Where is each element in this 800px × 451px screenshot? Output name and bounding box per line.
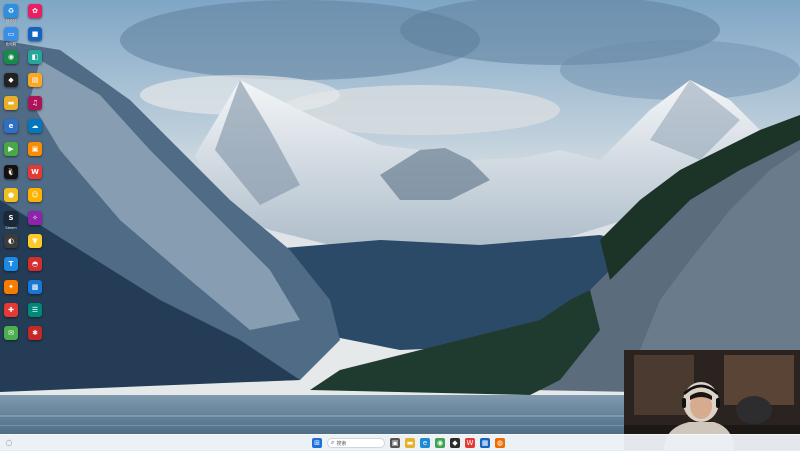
- app-icon[interactable]: ◆: [450, 438, 460, 448]
- app-icon: ☺: [28, 188, 42, 202]
- desktop-icon[interactable]: ✿: [24, 2, 46, 26]
- desktop-icon[interactable]: ✚: [0, 301, 22, 325]
- desktop-icon[interactable]: T: [0, 255, 22, 279]
- desktop-icon[interactable]: W: [24, 163, 46, 187]
- wps-icon[interactable]: W: [465, 438, 475, 448]
- desktop-icon-label: 回收站: [5, 19, 17, 23]
- app-icon: ✧: [28, 211, 42, 225]
- desktop-icon[interactable]: ▶: [0, 140, 22, 164]
- qq-icon: 🐧: [4, 165, 18, 179]
- app-icon: ▩: [28, 280, 42, 294]
- desktop-icon[interactable]: ☺: [24, 186, 46, 210]
- desktop-icon[interactable]: ✱: [24, 324, 46, 348]
- desktop-icon[interactable]: ♫: [24, 94, 46, 118]
- app-icon: ●: [4, 188, 18, 202]
- desktop-icon[interactable]: ◧: [24, 48, 46, 72]
- desktop-icon[interactable]: ♻ 回收站: [0, 2, 22, 26]
- desktop-icon[interactable]: ✦: [0, 278, 22, 302]
- desktop-icon[interactable]: ☰: [24, 301, 46, 325]
- steam-icon: S: [4, 211, 18, 225]
- app-icon: ☰: [28, 303, 42, 317]
- app-icon: ▤: [28, 73, 42, 87]
- taskbar-pinned-apps: ▣ ▬ e ◉ ◆ W ▦ ◍: [390, 438, 505, 448]
- chrome-icon[interactable]: ◉: [435, 438, 445, 448]
- app-icon: ✿: [28, 4, 42, 18]
- widgets-icon[interactable]: ◌: [4, 438, 14, 448]
- desktop-icon[interactable]: ■: [24, 25, 46, 49]
- desktop-icon-label: Steam: [5, 226, 17, 230]
- desktop-icon[interactable]: ☁: [24, 117, 46, 141]
- app-icon: ♫: [28, 96, 42, 110]
- app-icon: ▣: [28, 142, 42, 156]
- desktop-icon[interactable]: ●: [0, 186, 22, 210]
- desktop-icon[interactable]: S Steam: [0, 209, 22, 233]
- desktop-icon[interactable]: ▬: [0, 94, 22, 118]
- desktop-icon[interactable]: ◓: [24, 255, 46, 279]
- desktop-icon[interactable]: ▩: [24, 278, 46, 302]
- wps-icon: W: [28, 165, 42, 179]
- game-icon: ◆: [4, 73, 18, 87]
- app-icon[interactable]: ◍: [495, 438, 505, 448]
- desktop-icon-label: 此电脑: [5, 42, 17, 46]
- desktop-icon[interactable]: ▣: [24, 140, 46, 164]
- taskbar-center: ⊞ ⌕ 搜索 ▣ ▬ e ◉ ◆ W ▦ ◍: [312, 437, 505, 449]
- edge-icon: e: [4, 119, 18, 133]
- task-view-icon[interactable]: ▣: [390, 438, 400, 448]
- desktop-icon[interactable]: ◆: [0, 71, 22, 95]
- search-input[interactable]: ⌕ 搜索: [327, 438, 385, 448]
- search-icon: ⌕: [331, 439, 335, 446]
- todesk-icon: T: [4, 257, 18, 271]
- computer-icon: ▭: [4, 27, 18, 41]
- desktop-icon[interactable]: ◐: [0, 232, 22, 256]
- app-icon: ✦: [4, 280, 18, 294]
- desktop-icon[interactable]: ◉: [0, 48, 22, 72]
- recycle-bin-icon: ♻: [4, 4, 18, 18]
- app-icon: ◉: [4, 50, 18, 64]
- edge-icon[interactable]: e: [420, 438, 430, 448]
- nvidia-icon: ▶: [4, 142, 18, 156]
- app-icon: ◧: [28, 50, 42, 64]
- windows-start-icon[interactable]: ⊞: [312, 438, 322, 448]
- desktop-icon[interactable]: ✉: [0, 324, 22, 348]
- folder-icon: ▬: [4, 96, 18, 110]
- desktop-icon[interactable]: ▭ 此电脑: [0, 25, 22, 49]
- desktop-icon[interactable]: 🐧: [0, 163, 22, 187]
- desktop-icon[interactable]: e: [0, 117, 22, 141]
- obs-icon: ◐: [4, 234, 18, 248]
- file-explorer-icon[interactable]: ▬: [405, 438, 415, 448]
- app-icon[interactable]: ▦: [480, 438, 490, 448]
- app-icon: ✚: [4, 303, 18, 317]
- app-icon: ✱: [28, 326, 42, 340]
- desktop-icon[interactable]: ✧: [24, 209, 46, 233]
- desktop-icon[interactable]: ▤: [24, 71, 46, 95]
- wechat-icon: ✉: [4, 326, 18, 340]
- app-icon: ◓: [28, 257, 42, 271]
- desktop-icon[interactable]: ▼: [24, 232, 46, 256]
- taskbar: ◌ ⊞ ⌕ 搜索 ▣ ▬ e ◉ ◆ W ▦ ◍: [0, 434, 800, 451]
- app-icon: ■: [28, 27, 42, 41]
- search-label: 搜索: [336, 440, 347, 447]
- app-icon: ▼: [28, 234, 42, 248]
- app-icon: ☁: [28, 119, 42, 133]
